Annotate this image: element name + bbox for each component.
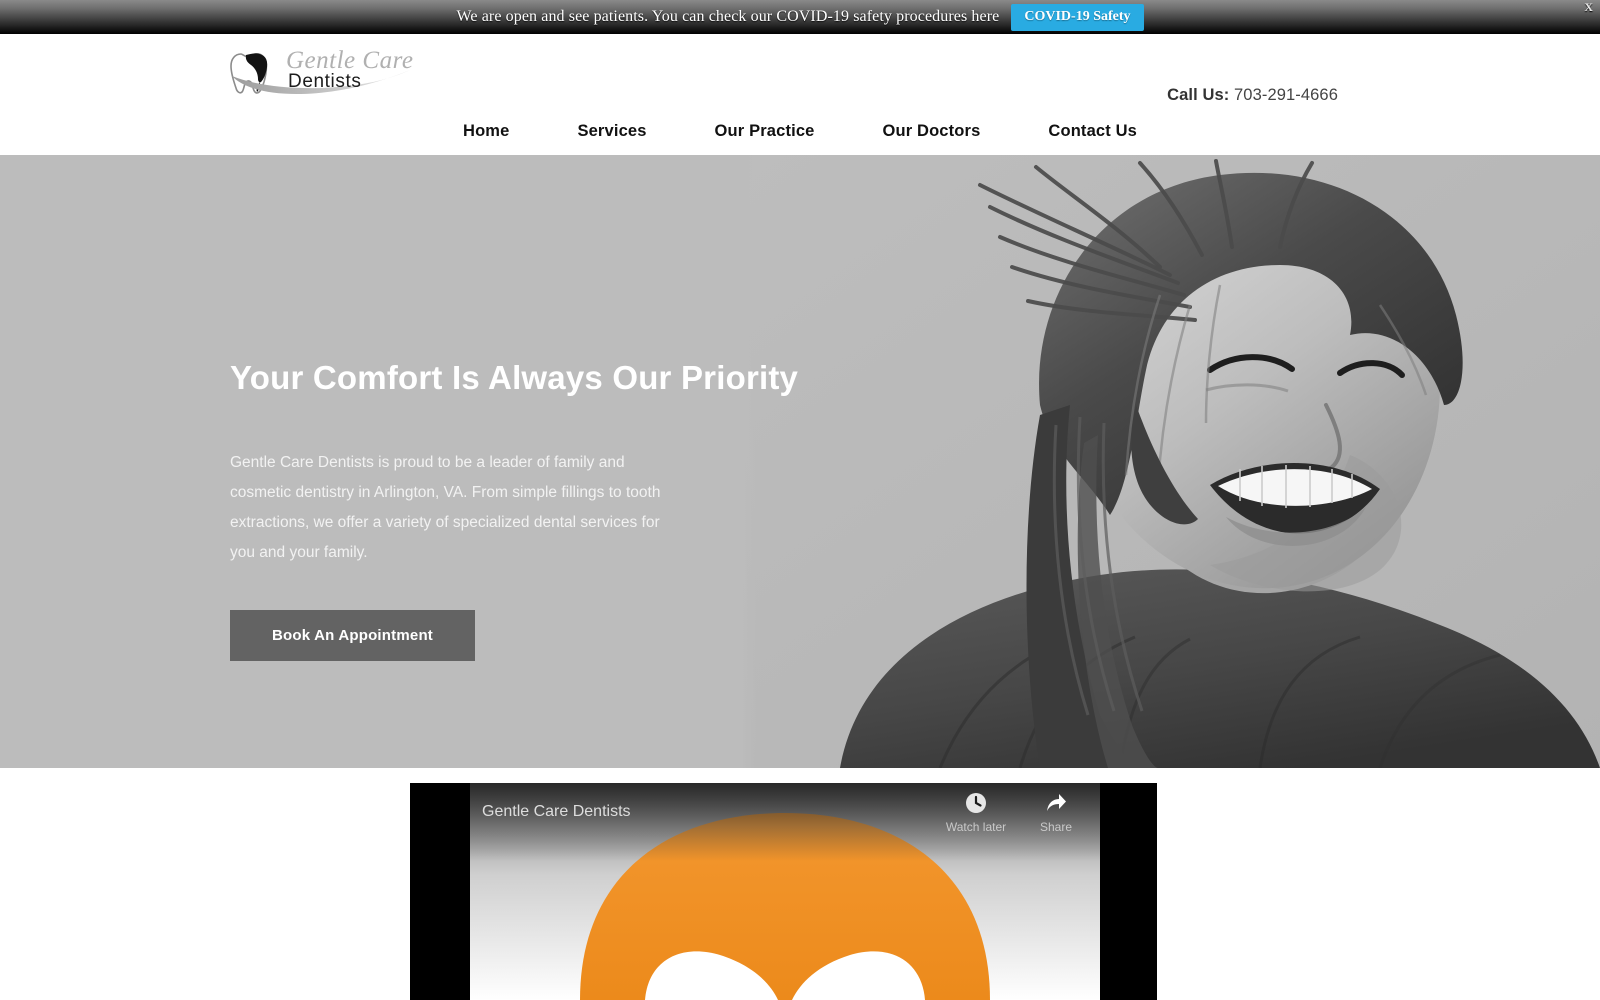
video-channel-title[interactable]: Gentle Care Dentists xyxy=(482,803,631,821)
hero-paragraph: Gentle Care Dentists is proud to be a le… xyxy=(230,454,661,562)
hero-copy: Your Comfort Is Always Our Priority Gent… xyxy=(230,359,799,662)
youtube-embed[interactable]: Gentle Care Dentists Watch later Share xyxy=(410,783,1157,1000)
covid-safety-button[interactable]: COVID-19 Safety xyxy=(1011,3,1144,31)
nav-item-our-doctors[interactable]: Our Doctors xyxy=(848,122,1014,141)
clock-icon xyxy=(965,792,987,814)
phone-number-value: 703-291-4666 xyxy=(1234,86,1338,104)
nav-item-services[interactable]: Services xyxy=(543,122,680,141)
nav-item-contact-us[interactable]: Contact Us xyxy=(1014,122,1171,141)
book-appointment-button[interactable]: Book An Appointment xyxy=(230,610,475,662)
svg-text:Gentle Care: Gentle Care xyxy=(286,47,413,74)
watch-later-button[interactable]: Watch later xyxy=(940,792,1012,834)
covid-banner: We are open and see patients. You can ch… xyxy=(0,0,1600,34)
nav-item-our-practice[interactable]: Our Practice xyxy=(681,122,849,141)
video-frame[interactable]: Gentle Care Dentists Watch later Share xyxy=(470,783,1100,1000)
share-button[interactable]: Share xyxy=(1020,792,1092,834)
svg-text:Dentists: Dentists xyxy=(288,71,361,92)
site-header: Gentle Care Dentists Call Us: 703-291-46… xyxy=(0,34,1600,155)
video-section: Gentle Care Dentists Watch later Share xyxy=(0,768,1600,1000)
phone-number[interactable]: Call Us: 703-291-4666 xyxy=(1167,86,1338,105)
site-logo[interactable]: Gentle Care Dentists xyxy=(224,42,416,102)
share-label: Share xyxy=(1039,820,1073,834)
hero-photo xyxy=(740,155,1600,768)
share-arrow-icon xyxy=(1045,792,1067,814)
hero-title: Your Comfort Is Always Our Priority xyxy=(230,359,799,396)
close-icon[interactable]: X xyxy=(1584,1,1593,13)
call-us-label: Call Us: xyxy=(1167,86,1230,104)
covid-banner-message: We are open and see patients. You can ch… xyxy=(456,8,1000,25)
hero-section: Your Comfort Is Always Our Priority Gent… xyxy=(0,155,1600,768)
watch-later-label: Watch later xyxy=(945,820,1007,834)
nav-item-home[interactable]: Home xyxy=(429,122,543,141)
main-navigation: Home Services Our Practice Our Doctors C… xyxy=(0,122,1600,141)
